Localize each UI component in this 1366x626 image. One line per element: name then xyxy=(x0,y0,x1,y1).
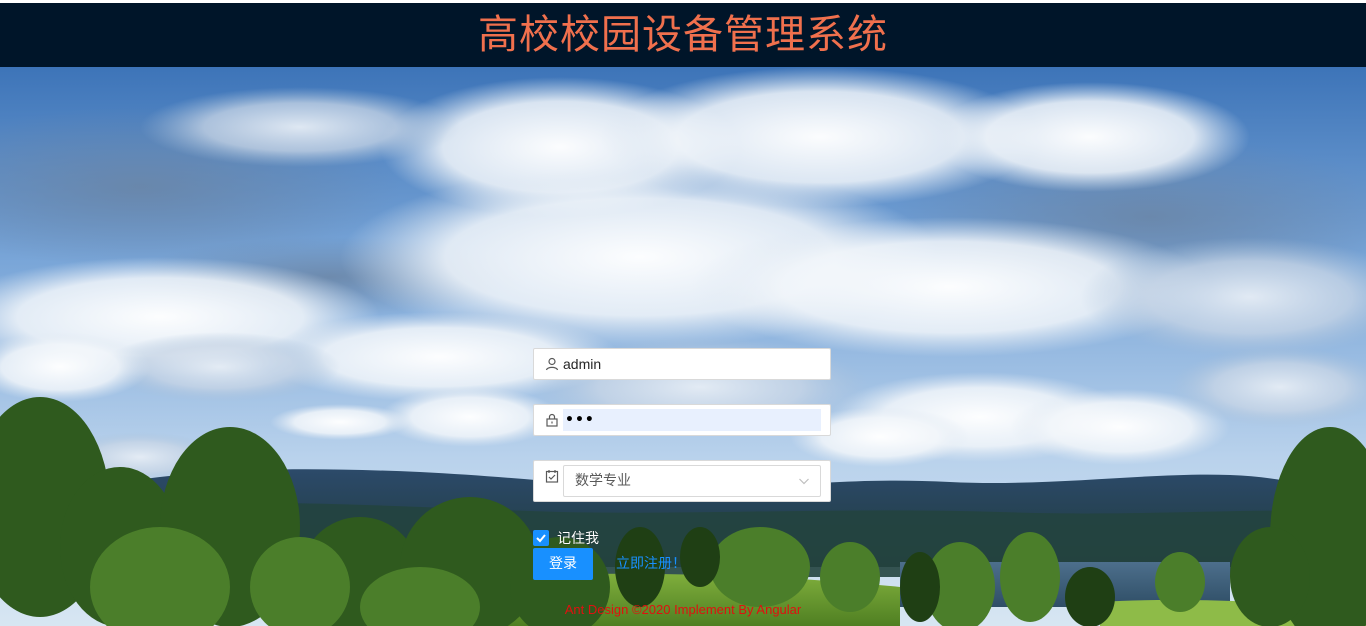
username-field[interactable]: admin xyxy=(533,348,831,380)
remember-label: 记住我 xyxy=(557,531,599,547)
username-value: admin xyxy=(563,356,602,372)
major-field: 数学专业 xyxy=(533,460,831,502)
background-landscape-image xyxy=(0,67,1366,626)
major-select-value: 数学专业 xyxy=(575,473,631,489)
chevron-down-icon xyxy=(799,478,809,485)
app-header: 高校校园设备管理系统 xyxy=(0,3,1366,67)
password-value: ••• xyxy=(565,412,595,428)
footer-text: Ant Design ©2020 Implement By Angular xyxy=(564,602,802,617)
register-link[interactable]: 立即注册！ xyxy=(616,548,686,580)
check-icon xyxy=(536,534,546,543)
user-icon xyxy=(545,357,559,371)
app-title: 高校校园设备管理系统 xyxy=(478,12,888,58)
remember-me[interactable]: 记住我 xyxy=(533,529,599,547)
remember-checkbox[interactable] xyxy=(533,530,549,546)
major-select[interactable]: 数学专业 xyxy=(563,465,821,497)
lock-icon xyxy=(546,413,558,427)
login-button[interactable]: 登录 xyxy=(533,548,593,580)
password-input[interactable]: ••• xyxy=(563,409,821,431)
login-page: 高校校园设备管理系统 admin ••• 数学专业 记住我 登录 立即注册！ A… xyxy=(0,0,1366,626)
calendar-check-icon xyxy=(545,470,559,483)
password-field[interactable]: ••• xyxy=(533,404,831,436)
